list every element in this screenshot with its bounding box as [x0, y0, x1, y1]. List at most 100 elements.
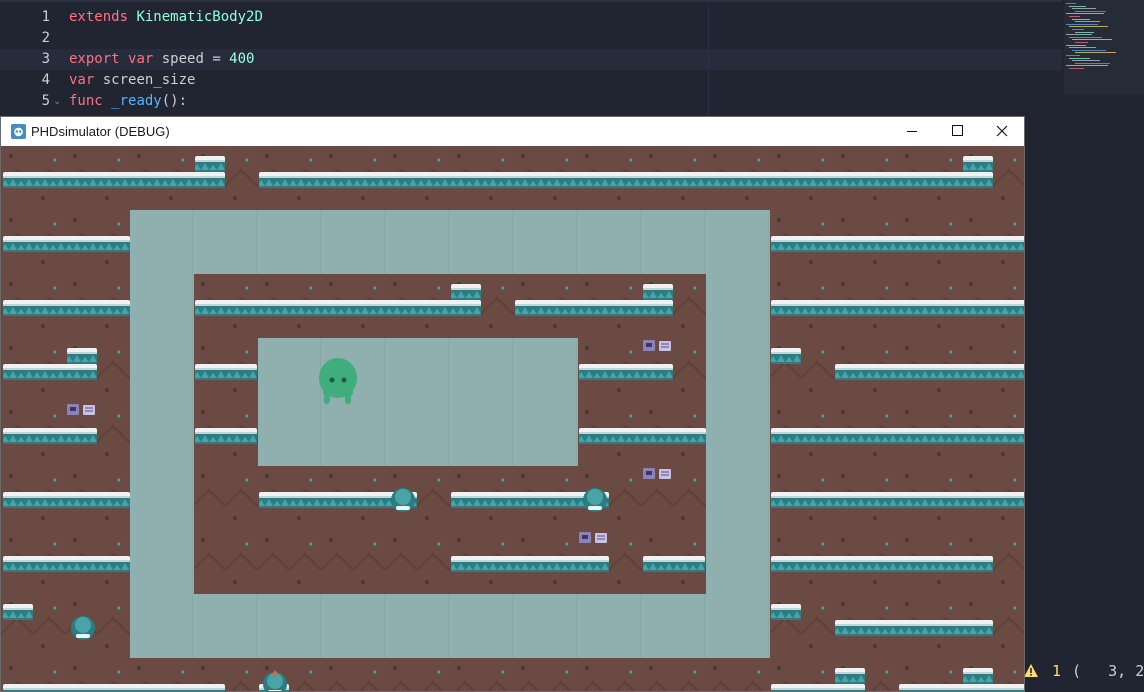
- platform-tile: [3, 604, 33, 620]
- minimap-line: [1066, 3, 1076, 4]
- minimap-line: [1069, 47, 1096, 49]
- minimap-line: [1066, 65, 1108, 67]
- robot-face: [582, 535, 588, 539]
- platform-tile: [835, 668, 865, 684]
- document-icon: [595, 533, 607, 543]
- minimap-line: [1069, 68, 1084, 69]
- game-scene: [1, 146, 1024, 691]
- robot-face: [646, 471, 652, 475]
- cursor-position: ( 3, 25): [1072, 662, 1144, 680]
- document-icon: [83, 405, 95, 415]
- minimap-line: [1069, 36, 1102, 38]
- code-text: export var speed = 400: [69, 51, 255, 67]
- line-number: 5: [41, 93, 50, 109]
- line-number: 3: [41, 51, 50, 67]
- bush-pot: [588, 506, 602, 510]
- player-leg: [345, 394, 351, 404]
- game-viewport[interactable]: [1, 146, 1024, 691]
- minimap-line: [1069, 16, 1080, 17]
- line-number: 2: [41, 30, 50, 46]
- warnings-status[interactable]: 1 ( 3, 25): [1022, 660, 1144, 684]
- robot-face: [646, 343, 652, 347]
- bush-pot: [76, 634, 90, 638]
- player-eye: [329, 377, 335, 383]
- platform-tile: [771, 236, 1024, 252]
- minimap-line: [1075, 21, 1100, 23]
- minimap-line: [1066, 13, 1104, 15]
- bush-icon: [75, 617, 91, 633]
- platform-tile: [3, 172, 225, 188]
- minimize-button[interactable]: [889, 117, 935, 146]
- minimap-line: [1066, 34, 1092, 36]
- platform-tile: [771, 492, 1024, 508]
- platform-tile: [643, 556, 705, 572]
- platform-tile: [3, 236, 130, 252]
- platform-tile: [963, 668, 993, 684]
- platform-tile: [451, 556, 609, 572]
- document-icon: [659, 341, 671, 351]
- platform-tile: [195, 364, 257, 380]
- player-eye: [341, 377, 347, 383]
- code-line[interactable]: 1 extends KinematicBody2D: [0, 7, 1062, 28]
- window-title: PHDsimulator (DEBUG): [31, 124, 170, 139]
- warnings-count: 1: [1052, 662, 1062, 680]
- platform-tile: [195, 428, 257, 444]
- robot-face: [70, 407, 76, 411]
- line-number: 4: [41, 72, 50, 88]
- window-titlebar[interactable]: PHDsimulator (DEBUG): [1, 117, 1024, 146]
- close-icon: [996, 125, 1008, 137]
- bush-icon: [587, 489, 603, 505]
- platform-tile: [643, 284, 673, 300]
- minimize-icon: [907, 131, 917, 132]
- bush-pot: [396, 506, 410, 510]
- maximize-button[interactable]: [934, 117, 980, 146]
- code-line[interactable]: 2: [0, 28, 1062, 49]
- minimap-line: [1075, 52, 1116, 54]
- platform-tile: [899, 684, 1024, 691]
- warning-icon: [1024, 664, 1038, 677]
- minimap-line: [1072, 18, 1090, 20]
- minimap-line: [1072, 49, 1106, 51]
- code-line[interactable]: 3 export var speed = 400: [0, 49, 1062, 70]
- platform-tile: [835, 620, 993, 636]
- platform-tile: [67, 348, 97, 364]
- minimap-line: [1072, 29, 1084, 30]
- code-text: var screen_size: [69, 72, 196, 88]
- platform-tile: [3, 364, 97, 380]
- minimap-line: [1069, 26, 1108, 28]
- platform-tile: [3, 556, 130, 572]
- minimap-line: [1066, 23, 1098, 25]
- platform-tile: [579, 364, 673, 380]
- platform-tile: [3, 684, 225, 691]
- platform-tile: [515, 300, 673, 316]
- minimap-line: [1066, 55, 1080, 56]
- platform-tile: [3, 428, 97, 444]
- platform-tile: [451, 284, 481, 300]
- game-debug-window[interactable]: PHDsimulator (DEBUG): [0, 116, 1025, 692]
- godot-icon: [11, 124, 26, 139]
- platform-tile: [771, 556, 993, 572]
- platform-tile: [259, 172, 993, 188]
- line-number: 1: [41, 9, 50, 25]
- code-line[interactable]: 4 var screen_size: [0, 70, 1062, 91]
- platform-tile: [771, 604, 801, 620]
- platform-tile: [3, 300, 130, 316]
- code-text: func _ready():: [69, 93, 188, 109]
- chevron-down-icon[interactable]: ⌄: [53, 91, 61, 112]
- minimap-line: [1075, 42, 1088, 43]
- platform-tile: [771, 348, 801, 364]
- minimap-line: [1072, 60, 1100, 62]
- platform-tile: [579, 428, 706, 444]
- minimap-line: [1072, 8, 1096, 10]
- code-line[interactable]: 5 ⌄ func _ready():: [0, 91, 1062, 112]
- minimap-line: [1072, 39, 1112, 41]
- platform-tile: [195, 300, 481, 316]
- code-minimap[interactable]: [1064, 0, 1144, 94]
- minimap-line: [1069, 57, 1090, 59]
- player-leg: [324, 394, 330, 404]
- close-button[interactable]: [979, 117, 1024, 146]
- platform-tile: [835, 364, 1024, 380]
- minimap-line: [1069, 5, 1086, 7]
- code-text: extends KinematicBody2D: [69, 9, 263, 25]
- maximize-icon: [952, 125, 963, 136]
